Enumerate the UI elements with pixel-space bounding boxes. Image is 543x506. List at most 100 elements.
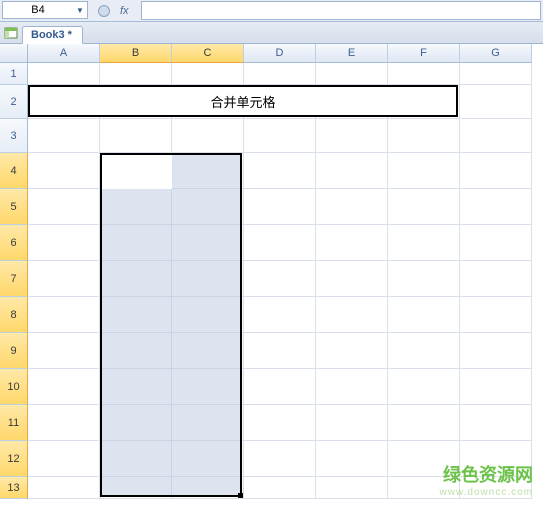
- cell-D4[interactable]: [244, 153, 316, 189]
- row-header-8[interactable]: 8: [0, 297, 28, 333]
- cell-B3[interactable]: [100, 119, 172, 153]
- cell-D5[interactable]: [244, 189, 316, 225]
- cell-G6[interactable]: [460, 225, 532, 261]
- cell-A4[interactable]: [28, 153, 100, 189]
- cell-D8[interactable]: [244, 297, 316, 333]
- cell-F10[interactable]: [388, 369, 460, 405]
- column-header-E[interactable]: E: [316, 44, 388, 63]
- row-header-10[interactable]: 10: [0, 369, 28, 405]
- cell-B9[interactable]: [100, 333, 172, 369]
- cell-E10[interactable]: [316, 369, 388, 405]
- cell-D13[interactable]: [244, 477, 316, 499]
- column-header-G[interactable]: G: [460, 44, 532, 63]
- cell-C12[interactable]: [172, 441, 244, 477]
- cell-C10[interactable]: [172, 369, 244, 405]
- cell-G7[interactable]: [460, 261, 532, 297]
- column-header-F[interactable]: F: [388, 44, 460, 63]
- cell-B1[interactable]: [100, 63, 172, 85]
- cell-C5[interactable]: [172, 189, 244, 225]
- row-header-6[interactable]: 6: [0, 225, 28, 261]
- fx-icon[interactable]: fx: [116, 5, 133, 17]
- cell-E13[interactable]: [316, 477, 388, 499]
- cell-G8[interactable]: [460, 297, 532, 333]
- cell-A9[interactable]: [28, 333, 100, 369]
- cell-E11[interactable]: [316, 405, 388, 441]
- cell-F11[interactable]: [388, 405, 460, 441]
- cell-E12[interactable]: [316, 441, 388, 477]
- cell-B12[interactable]: [100, 441, 172, 477]
- row-header-7[interactable]: 7: [0, 261, 28, 297]
- cell-G2[interactable]: [460, 85, 532, 119]
- cell-F5[interactable]: [388, 189, 460, 225]
- cell-A11[interactable]: [28, 405, 100, 441]
- cell-F8[interactable]: [388, 297, 460, 333]
- cell-G4[interactable]: [460, 153, 532, 189]
- cell-E7[interactable]: [316, 261, 388, 297]
- cell-E1[interactable]: [316, 63, 388, 85]
- cell-G1[interactable]: [460, 63, 532, 85]
- cell-D10[interactable]: [244, 369, 316, 405]
- row-header-1[interactable]: 1: [0, 63, 28, 85]
- cell-B7[interactable]: [100, 261, 172, 297]
- cell-F13[interactable]: [388, 477, 460, 499]
- name-box-dropdown-icon[interactable]: ▼: [73, 6, 87, 15]
- cell-C4[interactable]: [172, 153, 244, 189]
- cell-B8[interactable]: [100, 297, 172, 333]
- cell-B4[interactable]: [100, 153, 172, 189]
- row-header-5[interactable]: 5: [0, 189, 28, 225]
- cell-C13[interactable]: [172, 477, 244, 499]
- column-header-A[interactable]: A: [28, 44, 100, 63]
- cell-F9[interactable]: [388, 333, 460, 369]
- cell-A10[interactable]: [28, 369, 100, 405]
- cell-E8[interactable]: [316, 297, 388, 333]
- cell-D6[interactable]: [244, 225, 316, 261]
- cell-C6[interactable]: [172, 225, 244, 261]
- cell-E9[interactable]: [316, 333, 388, 369]
- cell-F3[interactable]: [388, 119, 460, 153]
- cell-A13[interactable]: [28, 477, 100, 499]
- cell-G9[interactable]: [460, 333, 532, 369]
- cell-B11[interactable]: [100, 405, 172, 441]
- cell-C11[interactable]: [172, 405, 244, 441]
- cell-A7[interactable]: [28, 261, 100, 297]
- cell-F7[interactable]: [388, 261, 460, 297]
- cell-D1[interactable]: [244, 63, 316, 85]
- select-all-corner[interactable]: [0, 44, 28, 63]
- cell-A5[interactable]: [28, 189, 100, 225]
- cell-G12[interactable]: [460, 441, 532, 477]
- name-box[interactable]: [3, 4, 73, 16]
- cancel-icon[interactable]: [98, 5, 110, 17]
- row-header-3[interactable]: 3: [0, 119, 28, 153]
- row-header-13[interactable]: 13: [0, 477, 28, 499]
- cell-B6[interactable]: [100, 225, 172, 261]
- cell-D3[interactable]: [244, 119, 316, 153]
- formula-input[interactable]: [141, 1, 541, 20]
- cell-D9[interactable]: [244, 333, 316, 369]
- cell-C8[interactable]: [172, 297, 244, 333]
- row-header-12[interactable]: 12: [0, 441, 28, 477]
- cell-A8[interactable]: [28, 297, 100, 333]
- column-header-B[interactable]: B: [100, 44, 172, 63]
- row-header-4[interactable]: 4: [0, 153, 28, 189]
- column-header-C[interactable]: C: [172, 44, 244, 63]
- cell-E6[interactable]: [316, 225, 388, 261]
- cell-E5[interactable]: [316, 189, 388, 225]
- cell-G3[interactable]: [460, 119, 532, 153]
- cell-A6[interactable]: [28, 225, 100, 261]
- cell-G13[interactable]: [460, 477, 532, 499]
- column-header-D[interactable]: D: [244, 44, 316, 63]
- cell-A12[interactable]: [28, 441, 100, 477]
- row-header-11[interactable]: 11: [0, 405, 28, 441]
- cell-B5[interactable]: [100, 189, 172, 225]
- cell-G11[interactable]: [460, 405, 532, 441]
- row-header-2[interactable]: 2: [0, 85, 28, 119]
- cell-A3[interactable]: [28, 119, 100, 153]
- cell-B13[interactable]: [100, 477, 172, 499]
- cell-B10[interactable]: [100, 369, 172, 405]
- cell-C7[interactable]: [172, 261, 244, 297]
- cell-G10[interactable]: [460, 369, 532, 405]
- cell-E3[interactable]: [316, 119, 388, 153]
- workbook-tab[interactable]: Book3 *: [22, 26, 83, 44]
- cell-A1[interactable]: [28, 63, 100, 85]
- cell-G5[interactable]: [460, 189, 532, 225]
